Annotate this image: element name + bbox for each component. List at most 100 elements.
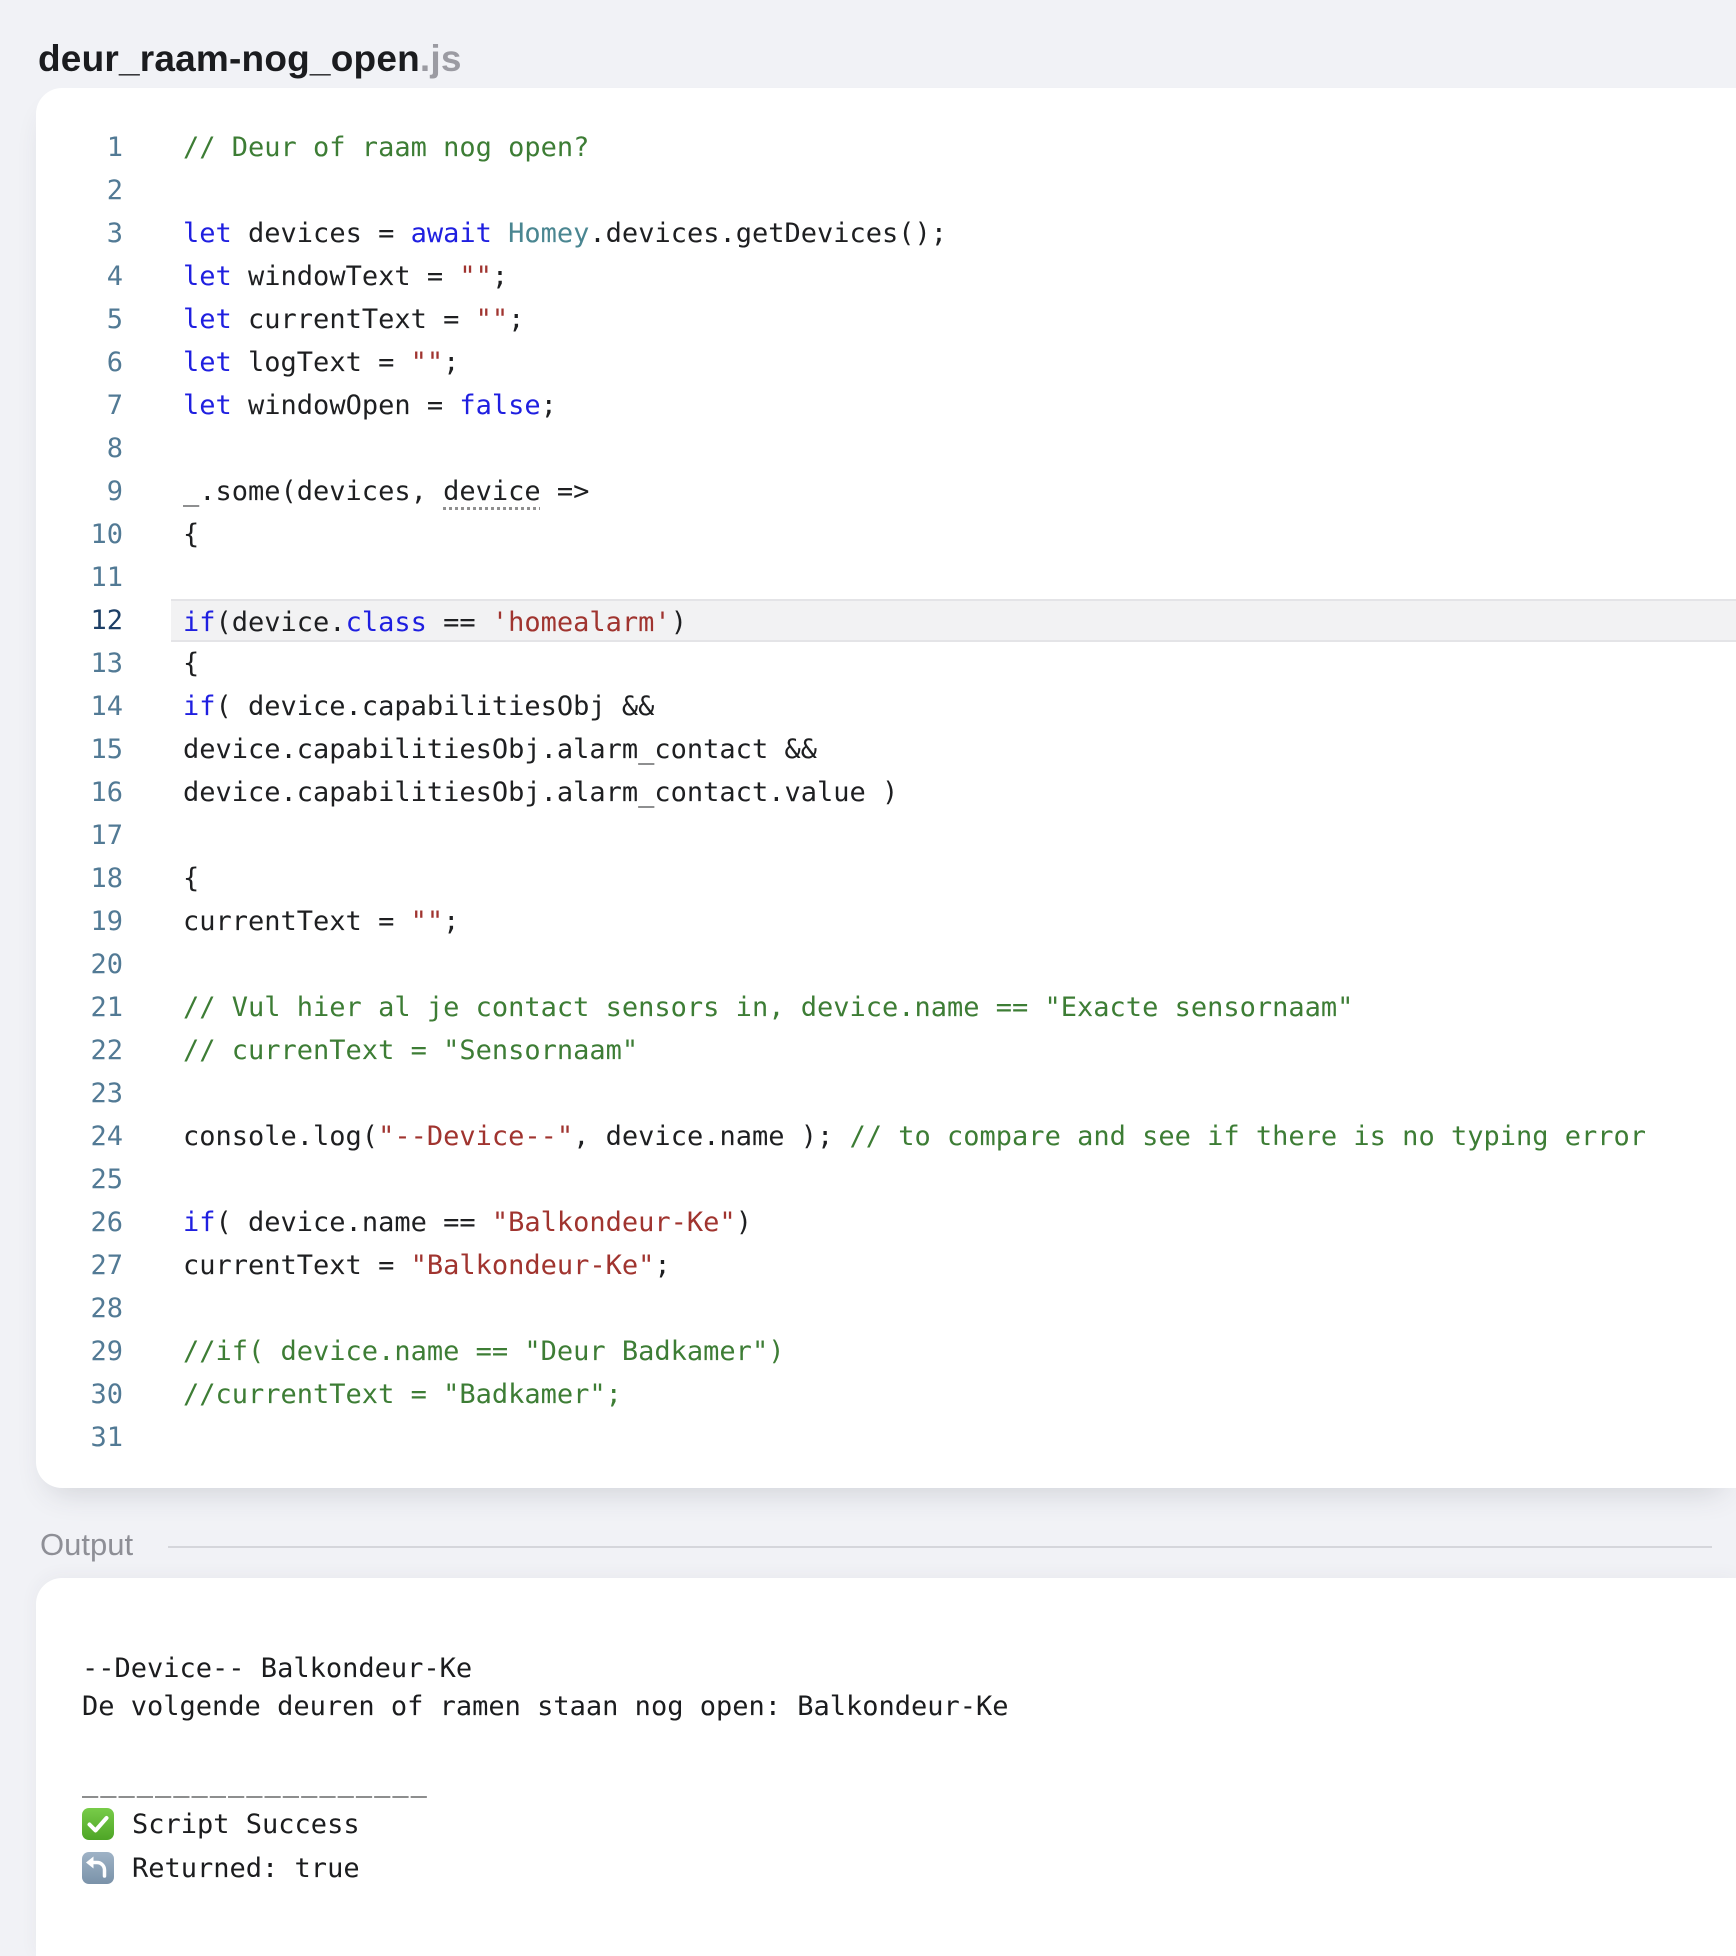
code-line[interactable]: 19 currentText = ""; bbox=[36, 900, 1736, 943]
output-panel: --Device-- Balkondeur-Ke De volgende deur… bbox=[36, 1578, 1736, 1956]
code-line[interactable]: 27 currentText = "Balkondeur-Ke"; bbox=[36, 1244, 1736, 1287]
output-line: De volgende deuren of ramen staan nog op… bbox=[82, 1691, 1009, 1722]
output-separator: ___________________ bbox=[82, 1767, 429, 1798]
code-text[interactable]: { bbox=[183, 513, 1736, 556]
code-text[interactable] bbox=[183, 556, 1736, 599]
file-title: deur_raam-nog_open.js bbox=[38, 38, 462, 80]
line-number: 31 bbox=[90, 1422, 123, 1453]
code-text[interactable]: device.capabilitiesObj.alarm_contact.val… bbox=[183, 771, 1736, 814]
return-icon bbox=[82, 1852, 114, 1884]
line-number: 7 bbox=[106, 390, 123, 421]
code-line[interactable]: 5 let currentText = ""; bbox=[36, 298, 1736, 341]
code-text[interactable]: device.capabilitiesObj.alarm_contact && bbox=[183, 728, 1736, 771]
code-line[interactable]: 9 _.some(devices, device => bbox=[36, 470, 1736, 513]
output-section-label: Output bbox=[40, 1527, 134, 1562]
line-number: 26 bbox=[90, 1207, 123, 1238]
line-number: 12 bbox=[90, 605, 123, 636]
line-number: 20 bbox=[90, 949, 123, 980]
code-text[interactable]: let logText = ""; bbox=[183, 341, 1736, 384]
code-line[interactable]: 1 // Deur of raam nog open? bbox=[36, 126, 1736, 169]
line-number: 11 bbox=[90, 562, 123, 593]
code-text[interactable]: console.log("--Device--", device.name );… bbox=[183, 1115, 1736, 1158]
output-status-row: Returned: true bbox=[82, 1846, 1736, 1890]
line-number: 8 bbox=[106, 433, 123, 464]
line-number: 18 bbox=[90, 863, 123, 894]
line-number: 23 bbox=[90, 1078, 123, 1109]
code-line[interactable]: 18 { bbox=[36, 857, 1736, 900]
output-divider bbox=[168, 1546, 1712, 1548]
line-number: 4 bbox=[106, 261, 123, 292]
code-line[interactable]: 28 bbox=[36, 1287, 1736, 1330]
code-text[interactable] bbox=[183, 943, 1736, 986]
code-line[interactable]: 6 let logText = ""; bbox=[36, 341, 1736, 384]
code-line[interactable]: 13 { bbox=[36, 642, 1736, 685]
line-number: 10 bbox=[90, 519, 123, 550]
line-number: 21 bbox=[90, 992, 123, 1023]
code-line[interactable]: 4 let windowText = ""; bbox=[36, 255, 1736, 298]
line-number: 24 bbox=[90, 1121, 123, 1152]
output-lines: --Device-- Balkondeur-Ke De volgende deur… bbox=[82, 1650, 1736, 1890]
code-line[interactable]: 24 console.log("--Device--", device.name … bbox=[36, 1115, 1736, 1158]
code-line[interactable]: 21 // Vul hier al je contact sensors in, … bbox=[36, 986, 1736, 1029]
code-line[interactable]: 23 bbox=[36, 1072, 1736, 1115]
code-line[interactable]: 2 bbox=[36, 169, 1736, 212]
line-number: 28 bbox=[90, 1293, 123, 1324]
line-number: 29 bbox=[90, 1336, 123, 1367]
code-editor-panel[interactable]: 1// Deur of raam nog open? 2 3 let devices … bbox=[36, 88, 1736, 1488]
line-number: 1 bbox=[106, 132, 123, 163]
code-line[interactable]: 15 device.capabilitiesObj.alarm_contact &… bbox=[36, 728, 1736, 771]
code-text[interactable]: _.some(devices, device => bbox=[183, 470, 1736, 513]
code-line[interactable]: 20 bbox=[36, 943, 1736, 986]
file-title-name: deur_raam-nog_open bbox=[38, 38, 420, 79]
code-text[interactable] bbox=[183, 169, 1736, 212]
code-text[interactable]: // currenText = "Sensornaam" bbox=[183, 1029, 1736, 1072]
line-number: 25 bbox=[90, 1164, 123, 1195]
code-text[interactable]: if( device.capabilitiesObj && bbox=[183, 685, 1736, 728]
code-text[interactable]: //if( device.name == "Deur Badkamer") bbox=[183, 1330, 1736, 1373]
code-text[interactable] bbox=[183, 1158, 1736, 1201]
code-text[interactable]: if( device.name == "Balkondeur-Ke") bbox=[183, 1201, 1736, 1244]
code-text[interactable]: if(device.class == 'homealarm') bbox=[171, 599, 1736, 642]
code-line[interactable]: 31 bbox=[36, 1416, 1736, 1459]
code-text[interactable] bbox=[183, 814, 1736, 857]
code-text[interactable]: { bbox=[183, 642, 1736, 685]
code-text[interactable] bbox=[183, 1416, 1736, 1459]
line-number: 9 bbox=[106, 476, 123, 507]
line-number: 2 bbox=[106, 175, 123, 206]
code-text[interactable]: let windowText = ""; bbox=[183, 255, 1736, 298]
code-line[interactable]: 17 bbox=[36, 814, 1736, 857]
line-number: 16 bbox=[90, 777, 123, 808]
code-text[interactable]: { bbox=[183, 857, 1736, 900]
code-line[interactable]: 25 bbox=[36, 1158, 1736, 1201]
code-line[interactable]: 22 // currenText = "Sensornaam" bbox=[36, 1029, 1736, 1072]
code-line[interactable]: 30 //currentText = "Badkamer"; bbox=[36, 1373, 1736, 1416]
code-text[interactable]: currentText = ""; bbox=[183, 900, 1736, 943]
code-line[interactable]: 26 if( device.name == "Balkondeur-Ke") bbox=[36, 1201, 1736, 1244]
code-text[interactable]: let windowOpen = false; bbox=[183, 384, 1736, 427]
code-text[interactable] bbox=[183, 1072, 1736, 1115]
line-number: 14 bbox=[90, 691, 123, 722]
code-text[interactable] bbox=[183, 427, 1736, 470]
code-line-active[interactable]: 12 if(device.class == 'homealarm') bbox=[36, 599, 1736, 642]
line-number: 6 bbox=[106, 347, 123, 378]
code-text[interactable]: let devices = await Homey.devices.getDev… bbox=[183, 212, 1736, 255]
output-status-text: Script Success bbox=[132, 1808, 360, 1840]
code-line[interactable]: 8 bbox=[36, 427, 1736, 470]
code-line[interactable]: 10 { bbox=[36, 513, 1736, 556]
code-text[interactable] bbox=[183, 1287, 1736, 1330]
code-line[interactable]: 14 if( device.capabilitiesObj && bbox=[36, 685, 1736, 728]
code-line[interactable]: 16 device.capabilitiesObj.alarm_contact.v… bbox=[36, 771, 1736, 814]
output-status-text: Returned: true bbox=[132, 1852, 360, 1884]
code-text[interactable]: let currentText = ""; bbox=[183, 298, 1736, 341]
file-title-extension: .js bbox=[419, 38, 462, 79]
line-number: 30 bbox=[90, 1379, 123, 1410]
code-line[interactable]: 29 //if( device.name == "Deur Badkamer") bbox=[36, 1330, 1736, 1373]
code-line[interactable]: 7 let windowOpen = false; bbox=[36, 384, 1736, 427]
code-text[interactable]: //currentText = "Badkamer"; bbox=[183, 1373, 1736, 1416]
code-text[interactable]: // Deur of raam nog open? bbox=[183, 126, 1736, 169]
code-text[interactable]: // Vul hier al je contact sensors in, de… bbox=[183, 986, 1736, 1029]
code-text[interactable]: currentText = "Balkondeur-Ke"; bbox=[183, 1244, 1736, 1287]
line-number: 22 bbox=[90, 1035, 123, 1066]
code-line[interactable]: 11 bbox=[36, 556, 1736, 599]
code-line[interactable]: 3 let devices = await Homey.devices.getDe… bbox=[36, 212, 1736, 255]
